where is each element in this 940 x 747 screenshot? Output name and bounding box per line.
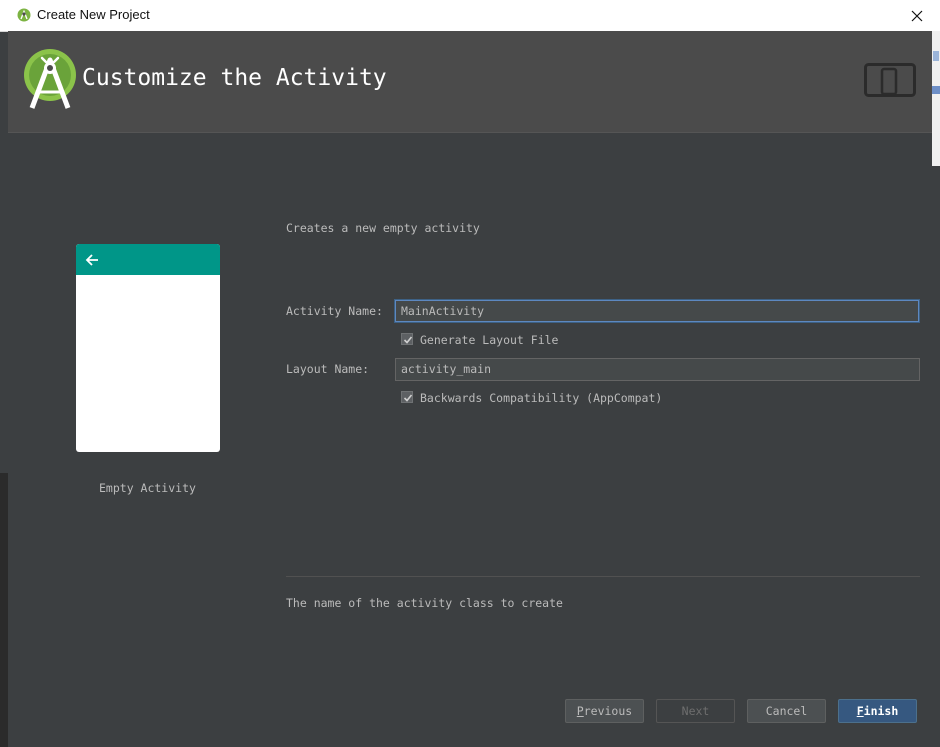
layout-name-input[interactable]: activity_main: [395, 358, 920, 381]
android-studio-logo-icon: [24, 49, 76, 109]
wizard-dialog: Customize the Activity Empty Activity Cr…: [8, 31, 932, 747]
backwards-compat-checkbox[interactable]: [401, 391, 413, 403]
activity-name-label: Activity Name:: [286, 304, 383, 318]
template-description: Creates a new empty activity: [286, 221, 480, 235]
previous-label: revious: [583, 704, 633, 718]
finish-button[interactable]: Finish: [838, 699, 917, 723]
preview-app-bar: [76, 244, 220, 275]
background-editor: [0, 473, 8, 747]
checkmark-icon: [403, 336, 413, 344]
devices-icon: [864, 63, 916, 97]
android-studio-icon: [17, 8, 31, 22]
activity-preview: [76, 244, 220, 452]
cancel-button[interactable]: Cancel: [747, 699, 826, 723]
page-title: Customize the Activity: [82, 65, 387, 91]
help-text: The name of the activity class to create: [286, 596, 563, 610]
layout-name-label: Layout Name:: [286, 362, 370, 376]
window-title: Create New Project: [37, 7, 150, 22]
back-arrow-icon: [85, 254, 98, 266]
finish-mnemonic: F: [856, 704, 864, 718]
window-title-bar: Create New Project: [0, 0, 940, 32]
backwards-compat-label: Backwards Compatibility (AppCompat): [420, 391, 663, 405]
previous-mnemonic: P: [576, 704, 584, 718]
previous-button[interactable]: Previous: [565, 699, 644, 723]
generate-layout-checkbox[interactable]: [401, 333, 413, 345]
background-window: [932, 31, 940, 166]
next-button[interactable]: Next: [656, 699, 735, 723]
finish-label: inish: [863, 704, 899, 718]
divider: [286, 576, 920, 577]
checkmark-icon: [403, 394, 413, 402]
close-button[interactable]: [894, 0, 940, 31]
wizard-header: Customize the Activity: [8, 31, 932, 133]
close-icon: [911, 10, 923, 21]
template-name: Empty Activity: [99, 481, 196, 495]
activity-name-input[interactable]: MainActivity: [395, 300, 919, 322]
generate-layout-label: Generate Layout File: [420, 333, 559, 347]
